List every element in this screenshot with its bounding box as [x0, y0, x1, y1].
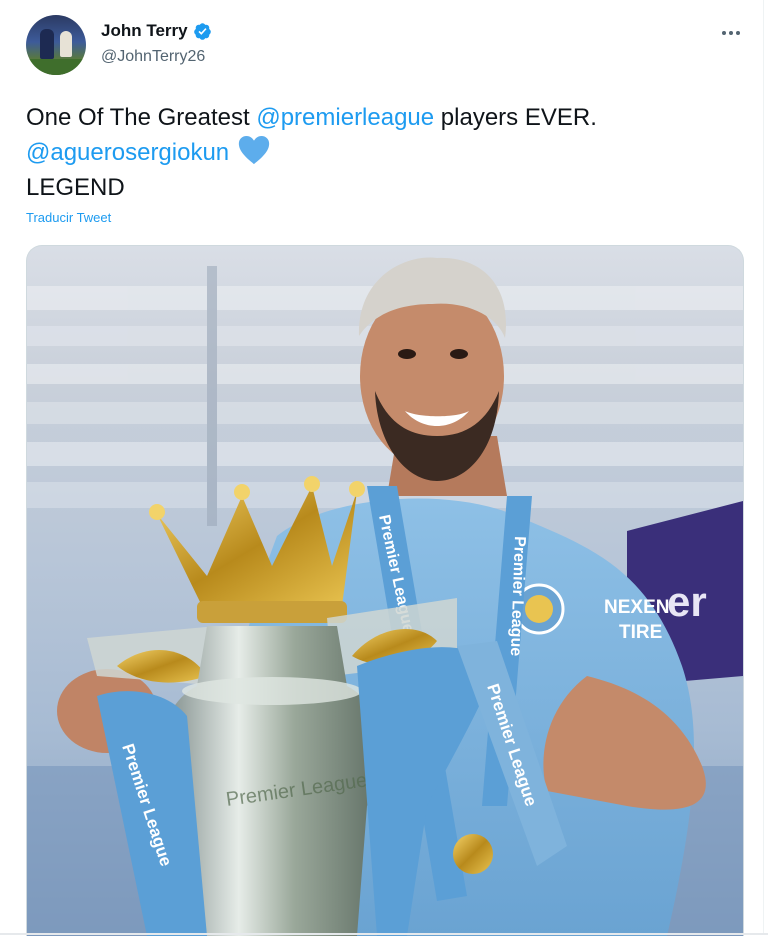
- avatar-pitch: [26, 59, 86, 75]
- more-dot: [729, 31, 733, 35]
- sponsor-text: TIRE: [619, 622, 662, 643]
- mention-premierleague[interactable]: @premierleague: [256, 104, 434, 131]
- verified-badge-icon: [193, 22, 211, 40]
- tweet-line-3: LEGEND: [26, 174, 125, 201]
- board-text: er: [667, 578, 707, 625]
- blue-heart-icon: [239, 135, 270, 165]
- tweet: John Terry @JohnTerry26 One Of The Great…: [0, 0, 768, 936]
- avatar-figure: [60, 31, 72, 57]
- author-handle[interactable]: @JohnTerry26: [101, 48, 205, 66]
- sponsor-text: NEXEN: [604, 597, 669, 618]
- author-avatar[interactable]: [26, 15, 86, 75]
- tweet-text-segment: One Of The Greatest: [26, 104, 257, 131]
- more-dot: [722, 31, 726, 35]
- tweet-line-2: @aguerosergiokun: [26, 135, 597, 170]
- tweet-line-1: One Of The Greatest @premierleague playe…: [26, 100, 597, 135]
- tweet-text: One Of The Greatest @premierleague playe…: [26, 100, 597, 205]
- photo-scene: er NEXEN TIRE Premier League Premier Lea…: [27, 257, 743, 936]
- more-dot: [736, 31, 740, 35]
- tweet-text-segment: players EVER.: [434, 104, 597, 131]
- tweet-media-photo[interactable]: er NEXEN TIRE Premier League Premier Lea…: [26, 245, 744, 936]
- author-name[interactable]: John Terry: [101, 21, 188, 41]
- more-options-icon[interactable]: [718, 20, 744, 46]
- medal: [453, 834, 493, 874]
- author-name-row: John Terry: [101, 21, 212, 41]
- avatar-figure: [40, 29, 54, 59]
- column-divider: [763, 0, 764, 935]
- translate-tweet-link[interactable]: Traducir Tweet: [26, 210, 111, 225]
- mention-aguerosergiokun[interactable]: @aguerosergiokun: [26, 139, 229, 166]
